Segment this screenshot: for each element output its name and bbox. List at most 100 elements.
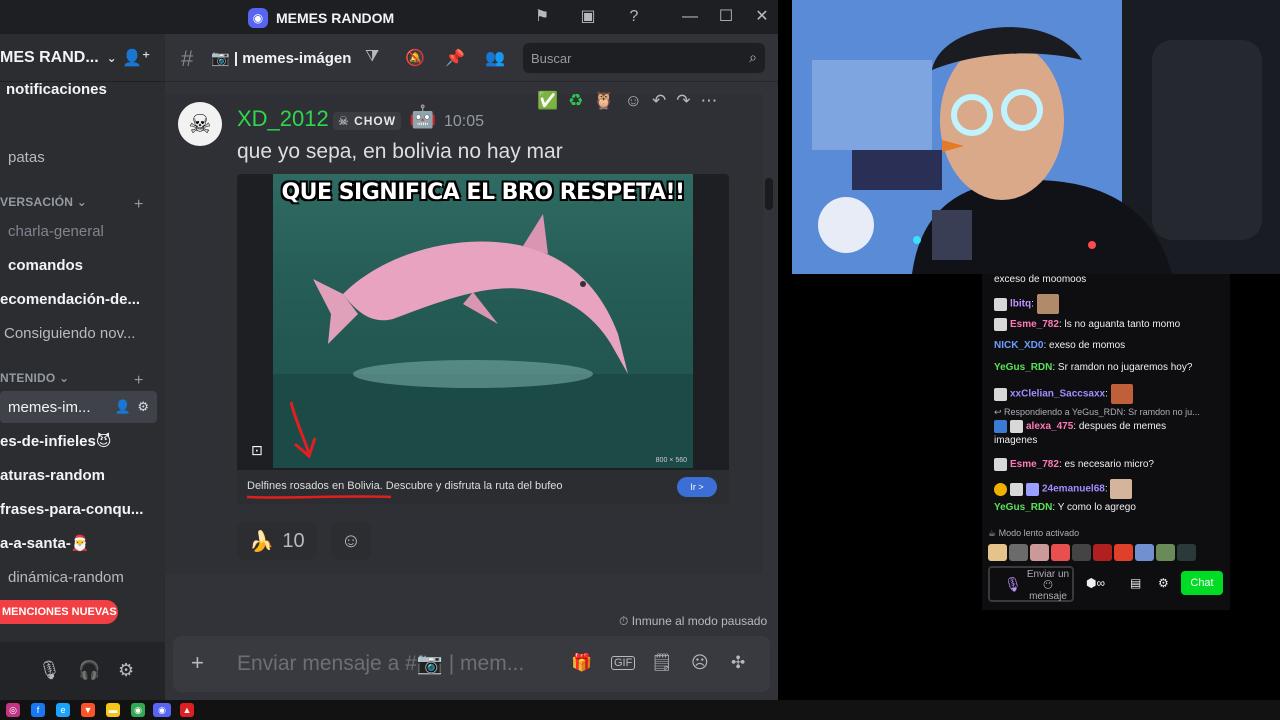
sidebar-item-frases[interactable]: frases-para-conqu... — [0, 493, 162, 525]
badge-icon — [1010, 482, 1023, 496]
gear-icon[interactable]: ⚙ — [118, 660, 134, 681]
emote-icon[interactable] — [988, 544, 1007, 561]
emote-icon[interactable] — [1177, 544, 1196, 561]
member-list-icon[interactable]: 👥 — [485, 48, 505, 68]
sidebar-item-aturas-random[interactable]: aturas-random — [0, 459, 162, 491]
emote-icon[interactable] — [1009, 544, 1028, 561]
category-conversacion[interactable]: VERSACIÓN ⌄ — [0, 195, 87, 209]
new-mentions-pill[interactable]: MENCIONES NUEVAS — [0, 600, 118, 624]
scrollbar-thumb[interactable] — [765, 178, 773, 210]
embed-go-button[interactable]: Ir > — [677, 477, 717, 497]
chat-input[interactable]: 🎙 Enviar un 😶 mensaje — [988, 566, 1074, 602]
chat-send-button[interactable]: Chat — [1181, 571, 1223, 595]
app-icon[interactable]: ▲ — [180, 703, 194, 717]
forward-icon[interactable]: ↷ — [676, 91, 690, 111]
sidebar-item-infieles[interactable]: es-de-infieles😈 — [0, 425, 162, 457]
chat-username[interactable]: NICK_XD0 — [994, 340, 1043, 351]
brave-icon[interactable]: ▼ — [81, 703, 95, 717]
pin-icon[interactable]: 📌 — [445, 48, 465, 68]
gift-icon[interactable]: 🎁 — [571, 653, 592, 673]
emote-icon — [1036, 294, 1059, 314]
clan-tag[interactable]: ☠ CHOW — [333, 112, 402, 130]
emote-icon[interactable] — [1072, 544, 1091, 561]
message-composer[interactable]: + Enviar mensaje a #📷 | mem... 🎁 GIF 🗒 ☹… — [173, 636, 770, 692]
meme-image[interactable]: QUE SIGNIFICA EL BRO RESPETA!! 800 × 560 — [273, 174, 693, 468]
lens-scan-icon[interactable]: ⊡ — [251, 442, 263, 459]
badge-icon — [994, 420, 1007, 433]
reply-icon[interactable]: ↶ — [652, 91, 666, 111]
bits-icon[interactable]: ⬢∞ — [1086, 576, 1105, 590]
add-channel-icon[interactable]: + — [134, 196, 143, 214]
sidebar-item-charla-general[interactable]: charla-general — [8, 215, 165, 247]
avatar[interactable]: ☠ — [178, 102, 222, 146]
emote-icon[interactable] — [1093, 544, 1112, 561]
slow-mode-notice: ☕ Modo lento activado — [988, 528, 1080, 538]
invite-icon[interactable]: 👤 — [115, 399, 131, 415]
instagram-icon[interactable]: ◎ — [6, 703, 20, 717]
check-emoji-icon[interactable]: ✅ — [537, 91, 558, 111]
add-reaction-button[interactable]: ☺ — [331, 522, 371, 560]
emote-icon[interactable] — [1030, 544, 1049, 561]
reaction-banana[interactable]: 🍌 10 — [237, 522, 317, 560]
attach-plus-icon[interactable]: + — [191, 650, 204, 676]
chat-username[interactable]: xxClelian_Saccsaxx — [1010, 389, 1105, 400]
recycle-emoji-icon[interactable]: ♻ — [568, 91, 583, 111]
add-reaction-icon[interactable]: ☺ — [625, 91, 642, 111]
mute-bell-icon[interactable]: 🔕 — [405, 48, 425, 68]
sidebar-item-dinamica-random[interactable]: dinámica-random — [8, 561, 165, 593]
sidebar-item-comandos[interactable]: comandos — [8, 249, 165, 281]
minimize-icon[interactable]: — — [680, 7, 700, 27]
gear-icon[interactable]: ⚙ — [1158, 576, 1169, 590]
emote-icon — [1110, 384, 1133, 404]
chat-username[interactable]: Esme_782 — [1010, 319, 1059, 330]
facebook-icon[interactable]: f — [31, 703, 45, 717]
emote-icon[interactable] — [1135, 544, 1154, 561]
close-icon[interactable]: ✕ — [752, 7, 772, 27]
emoji-icon[interactable]: ☹ — [691, 653, 709, 673]
microphone-icon[interactable]: 🎙 — [38, 660, 61, 681]
headphones-icon[interactable]: 🎧 — [78, 660, 100, 681]
chat-username[interactable]: 24emanuel68 — [1042, 484, 1105, 495]
folder-icon[interactable]: ▬ — [106, 703, 120, 717]
more-icon[interactable]: ⋯ — [700, 91, 717, 111]
edge-icon[interactable]: e — [56, 703, 70, 717]
store-icon[interactable]: ▤ — [1130, 576, 1141, 590]
chrome-icon[interactable]: ◉ — [131, 703, 145, 717]
sidebar-item-memes-imagenes[interactable]: memes-im... 👤 ⚙ — [0, 391, 157, 423]
chat-username[interactable]: lbitq — [1010, 299, 1031, 310]
emote-icon[interactable] — [1156, 544, 1175, 561]
help-icon[interactable]: ? — [624, 7, 644, 27]
add-member-icon[interactable]: 👤⁺ — [122, 48, 150, 68]
threads-icon[interactable]: ⧩ — [365, 48, 379, 66]
message-author[interactable]: XD_2012 — [237, 106, 329, 132]
sidebar-item-santa[interactable]: a-a-santa-🎅 — [0, 527, 162, 559]
add-channel-icon[interactable]: + — [134, 372, 143, 390]
chat-username[interactable]: YeGus_RDN — [994, 502, 1052, 513]
embed-ad-text[interactable]: Delfines rosados en Bolivia. Descubre y … — [247, 480, 563, 492]
reply-indicator[interactable]: ↩ Respondiendo a YeGus_RDN: Sr ramdon no… — [994, 407, 1200, 418]
owl-emoji-icon[interactable]: 🦉 — [593, 91, 614, 111]
chat-line: Esme_782: ls no aguanta tanto momo — [994, 318, 1180, 331]
sticker-icon[interactable]: 🗒 — [651, 653, 673, 673]
discord-taskbar-icon[interactable]: ◉ — [153, 703, 171, 717]
inbox-icon[interactable]: ▣ — [578, 7, 598, 27]
sidebar-item-patas[interactable]: patas — [8, 141, 165, 173]
chat-username[interactable]: alexa_475 — [1026, 421, 1073, 432]
apps-icon[interactable]: ✣ — [731, 653, 745, 673]
composer-placeholder[interactable]: Enviar mensaje a #📷 | mem... — [237, 652, 524, 676]
gear-icon[interactable]: ⚙ — [137, 399, 149, 415]
chat-username[interactable]: YeGus_RDN — [994, 362, 1052, 373]
inbox-flag-icon[interactable]: ⚑ — [532, 7, 552, 27]
maximize-icon[interactable]: ☐ — [716, 7, 736, 27]
emote-icon[interactable] — [1114, 544, 1133, 561]
emote-icon[interactable] — [1051, 544, 1070, 561]
sidebar-item-recomendacion[interactable]: ecomendación-de... — [0, 283, 162, 315]
search-input[interactable]: Buscar ⌕ — [523, 43, 765, 73]
link-embed[interactable]: QUE SIGNIFICA EL BRO RESPETA!! 800 × 560… — [237, 174, 729, 504]
chat-username[interactable]: Esme_782 — [1010, 459, 1059, 470]
sidebar-item-notificaciones[interactable]: notificaciones — [6, 73, 165, 105]
gif-icon[interactable]: GIF — [611, 656, 636, 670]
sidebar-item-consiguiendo[interactable]: Consiguiendo nov... — [4, 317, 165, 349]
category-contenido[interactable]: NTENIDO ⌄ — [0, 371, 69, 385]
microphone-icon[interactable]: 🎙 — [1004, 576, 1022, 593]
